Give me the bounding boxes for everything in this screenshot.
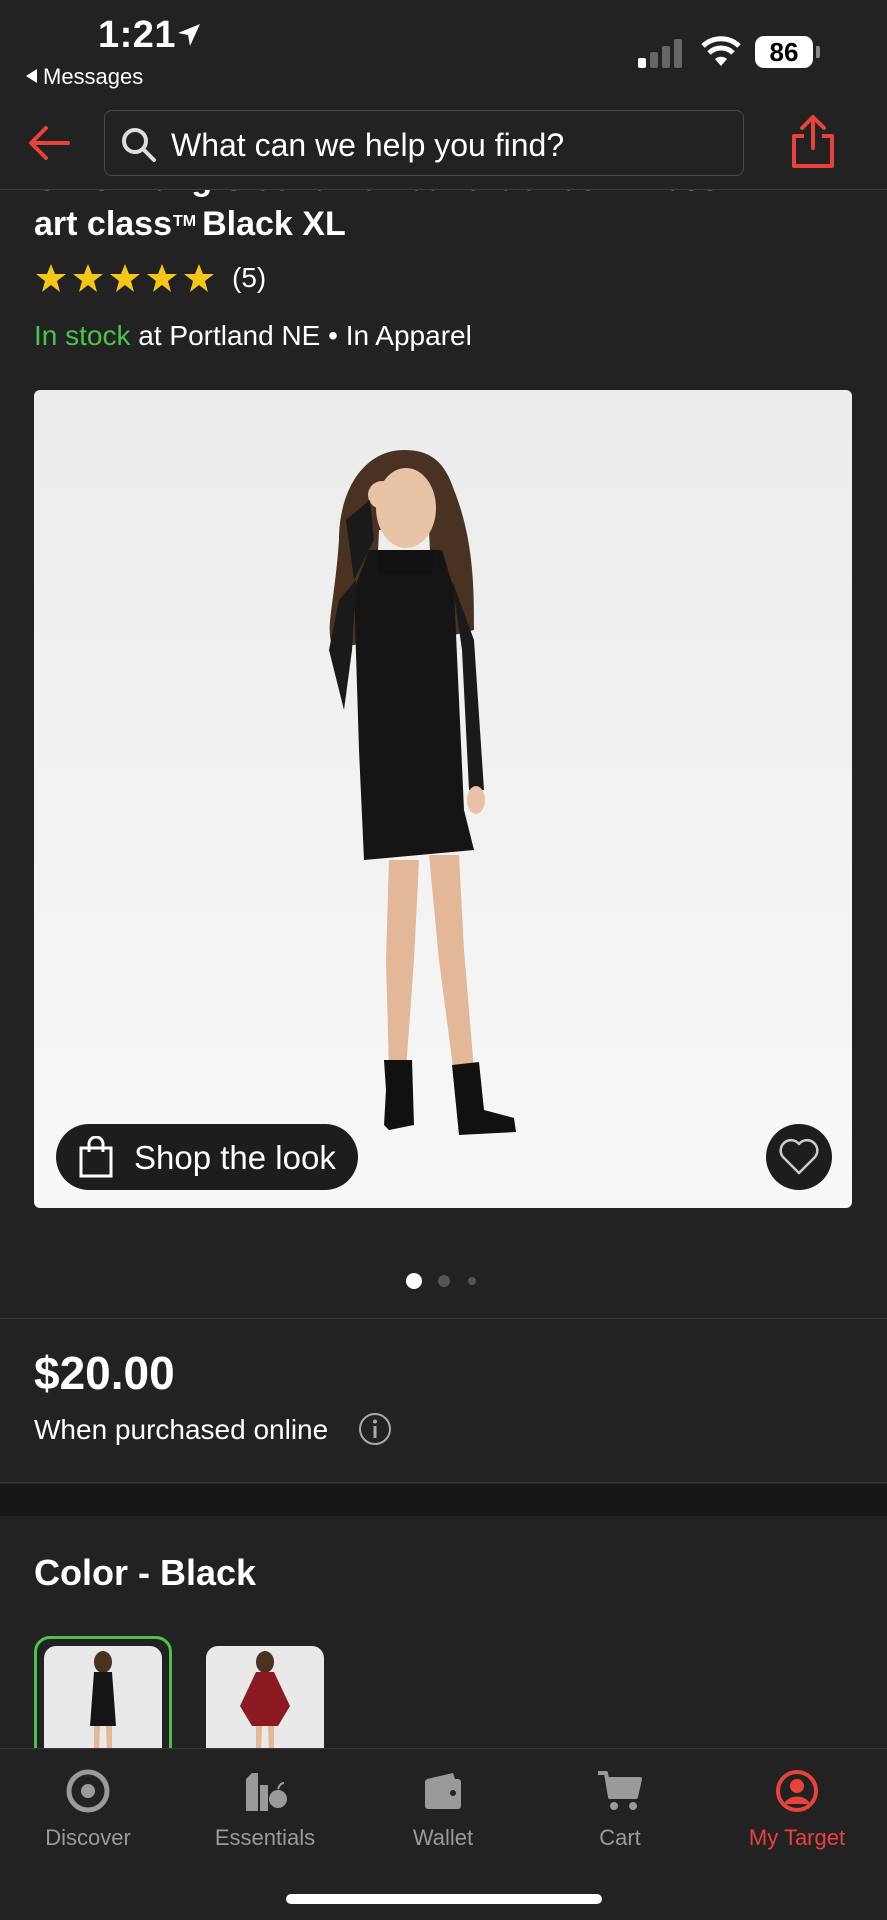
model-photo [329,450,516,1135]
heart-icon [779,1139,819,1175]
tab-discover[interactable]: Discover [13,1769,163,1851]
image-carousel-dots[interactable] [405,1272,483,1290]
star-icon [110,264,140,292]
wifi-icon [701,36,741,66]
back-arrow-icon[interactable] [26,120,72,166]
product-image[interactable]: Shop the look [34,390,852,1208]
star-icon [36,264,66,292]
search-icon [122,128,156,162]
back-triangle-icon [26,69,37,83]
target-icon [66,1769,110,1813]
tab-wallet[interactable]: Wallet [368,1769,518,1851]
tab-cart[interactable]: Cart [545,1769,695,1851]
carousel-dot-active [406,1273,422,1289]
location-arrow-icon [178,24,200,46]
back-to-messages[interactable]: Messages [26,64,143,90]
status-bar: 1:21 Messages 86 [0,0,887,100]
star-icon [147,264,177,292]
carousel-dot [438,1275,450,1287]
share-icon[interactable] [790,114,836,170]
search-placeholder: What can we help you find? [171,127,565,163]
status-time: 1:21 [98,14,177,56]
color-heading: Color - Black [34,1552,257,1593]
battery-tip [816,46,820,58]
tab-essentials[interactable]: Essentials [190,1769,340,1851]
carousel-dot [468,1277,476,1285]
rating-stars[interactable] [34,262,216,296]
home-indicator[interactable] [286,1894,602,1904]
rating-count[interactable]: (5) [232,262,266,294]
cart-icon [598,1771,642,1810]
shop-the-look-button[interactable]: Shop the look [56,1124,358,1190]
price: $20.00 [34,1347,175,1399]
divider [0,1482,887,1483]
wallet-icon [425,1773,461,1809]
battery-level: 86 [755,36,813,68]
info-icon[interactable] [358,1412,392,1446]
star-icon [73,264,103,292]
essentials-icon [246,1773,287,1811]
shopping-bag-icon [79,1136,113,1178]
section-separator [0,1484,887,1516]
favorite-button[interactable] [766,1124,832,1190]
price-note: When purchased online [34,1414,329,1445]
star-icon [184,264,214,292]
cell-signal-icon [638,39,682,68]
stock-status: In stock at Portland NE • In Apparel [34,320,472,351]
profile-icon [776,1770,818,1812]
divider [0,1318,887,1319]
search-input[interactable]: What can we help you find? [104,110,744,176]
tab-my-target[interactable]: My Target [722,1769,872,1851]
product-title: art classTM Black XL [34,205,346,243]
